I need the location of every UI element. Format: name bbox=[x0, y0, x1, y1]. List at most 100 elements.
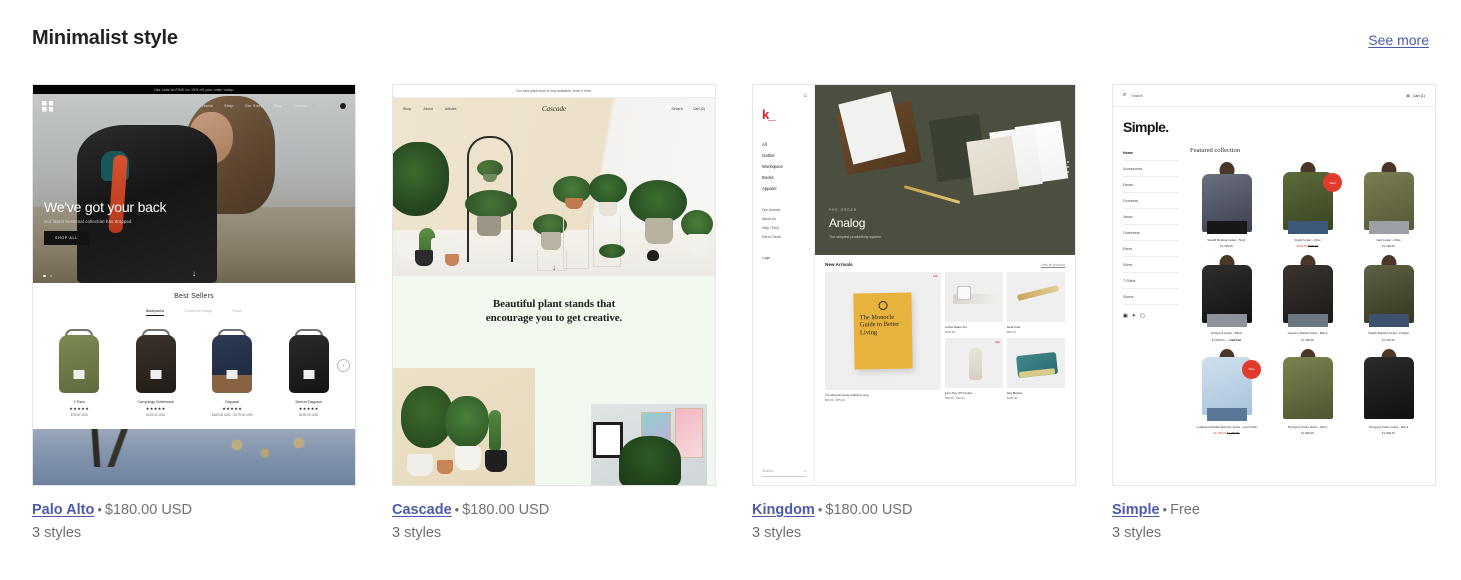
sale-badge: Sale bbox=[932, 275, 938, 278]
nav-item-gather[interactable]: Gather bbox=[762, 153, 806, 158]
product-item[interactable]: Daypack ★★★★★ $169.00 USD - $179.00 USD bbox=[201, 329, 263, 417]
theme-card-palo-alto[interactable]: Use code ALPINE for 15% off your order t… bbox=[32, 84, 356, 544]
product-item[interactable]: Stealth Bomber Jacket - Fatigue $1,599.9… bbox=[1352, 255, 1425, 342]
nav-item-help[interactable]: Help / FAQ bbox=[762, 226, 806, 230]
tab-travel[interactable]: Travel bbox=[232, 309, 242, 316]
product-item[interactable]: Sale Kinto Day Off Tumbler $28.00 - $32.… bbox=[945, 338, 1003, 400]
nav-item[interactable]: Contact bbox=[293, 104, 308, 108]
sidebar-item-pants[interactable]: Pants bbox=[1123, 241, 1179, 257]
sidebar-item-shirts[interactable]: Shirts bbox=[1123, 257, 1179, 273]
product-item[interactable]: Stealth Bomber Jacket - Navy $1,599.95 bbox=[1190, 162, 1263, 248]
product-item[interactable]: Navigator Parka Jacket - Olive $1,999.95 bbox=[1271, 348, 1344, 435]
product-price: $1,299.95 bbox=[1382, 244, 1395, 249]
search-icon[interactable]: ⌕ bbox=[1123, 92, 1126, 99]
tab-backpacks[interactable]: Backpacks bbox=[145, 309, 165, 316]
nav-item[interactable]: Shop bbox=[403, 107, 411, 111]
product-item[interactable]: Navigator Parka Jacket - Black $1,999.95 bbox=[1352, 348, 1425, 435]
brand-logo-icon[interactable] bbox=[42, 100, 53, 112]
rating-stars: ★★★★★ bbox=[145, 406, 166, 411]
shopping-bag-icon[interactable]: ⌂ bbox=[803, 93, 807, 99]
nav-item-all[interactable]: All bbox=[762, 142, 806, 147]
store-sidebar: ⌂ k_ All Gather Workspace Books Apparel … bbox=[753, 85, 815, 485]
nav-item-contact[interactable]: Get in Touch bbox=[762, 235, 806, 239]
instagram-icon[interactable]: ▢ bbox=[1140, 313, 1145, 319]
nav-item[interactable]: Articles bbox=[445, 107, 457, 111]
twitter-icon[interactable]: ✦ bbox=[1132, 313, 1136, 319]
theme-preview-cascade[interactable]: Our new plant book is now available, ord… bbox=[392, 84, 716, 486]
sidebar-item-footwear[interactable]: Footwear bbox=[1123, 193, 1179, 209]
search-icon[interactable]: ⌕ bbox=[804, 469, 806, 473]
nav-item-books[interactable]: Books bbox=[762, 175, 806, 180]
product-item[interactable]: Coffee Maker Set $120.00 bbox=[945, 272, 1003, 334]
theme-name-link[interactable]: Simple bbox=[1112, 502, 1160, 518]
product-name: Y-Pack bbox=[73, 400, 85, 404]
hero-banner: Shop About Articles Cascade Search Cart … bbox=[393, 98, 715, 276]
login-link[interactable]: Login bbox=[762, 256, 806, 260]
facebook-icon[interactable]: ▣ bbox=[1123, 313, 1128, 319]
theme-preview-simple[interactable]: ⌕ Search ▤ Cart (1) Simple. Home Accesso… bbox=[1112, 84, 1436, 486]
search-placeholder[interactable]: Search bbox=[1131, 94, 1142, 98]
product-item[interactable]: Carryology Klettersack ★★★★★ $249.00 USD bbox=[125, 329, 187, 417]
product-image: Sale bbox=[945, 338, 1003, 388]
sidebar-item-jeans[interactable]: Jeans bbox=[1123, 209, 1179, 225]
see-more-link[interactable]: See more bbox=[1368, 30, 1429, 50]
nav-item[interactable]: Shop bbox=[224, 104, 234, 108]
theme-name-link[interactable]: Cascade bbox=[392, 502, 452, 518]
sidebar-item-tshirts[interactable]: T-Shirts bbox=[1123, 273, 1179, 289]
theme-name-link[interactable]: Kingdom bbox=[752, 502, 815, 518]
nav-item[interactable]: Home bbox=[202, 104, 213, 108]
product-item[interactable]: Sale Storm Jacket - Olive $849.95 $999.9… bbox=[1271, 162, 1344, 248]
theme-card-cascade[interactable]: Our new plant book is now available, ord… bbox=[392, 84, 716, 544]
brand-logo[interactable]: k_ bbox=[762, 108, 806, 121]
theme-card-kingdom[interactable]: ⌂ k_ All Gather Workspace Books Apparel … bbox=[752, 84, 1076, 544]
sidebar-item-outerwear[interactable]: Outerwear bbox=[1123, 225, 1179, 241]
product-item[interactable]: Y-Pack ★★★★★ $79.00 USD bbox=[48, 329, 110, 417]
search-icon[interactable]: ⌕ bbox=[319, 104, 321, 108]
product-name: Compound Denim Pullover Jacket - Acid Wa… bbox=[1196, 424, 1257, 429]
arrivals-link[interactable]: View all products bbox=[1041, 263, 1065, 267]
gallery-pot-clay bbox=[437, 460, 453, 474]
nav-item-workspace[interactable]: Workspace bbox=[762, 164, 806, 169]
carousel-dots[interactable] bbox=[43, 274, 52, 277]
nav-item-about[interactable]: About Us bbox=[762, 217, 806, 221]
sidebar-item-home[interactable]: Home bbox=[1123, 145, 1179, 161]
sidebar-item-shorts[interactable]: Shorts bbox=[1123, 289, 1179, 305]
hero-subheading: The simplest productivity system bbox=[829, 235, 881, 239]
cart-link[interactable]: ▤ Cart (1) bbox=[1406, 94, 1425, 98]
sidebar-item-accessories[interactable]: Accessories bbox=[1123, 161, 1179, 177]
sidebar-item-denim[interactable]: Denim bbox=[1123, 177, 1179, 193]
cart-link[interactable]: Cart (0) bbox=[693, 107, 705, 111]
search-link[interactable]: Search bbox=[671, 107, 682, 111]
tab-commuter-bags[interactable]: Commuter Bags bbox=[184, 309, 211, 316]
product-item[interactable]: Sale Compound Denim Pullover Jacket - Ac… bbox=[1190, 348, 1263, 435]
product-item[interactable]: Gulf Jacket - Olive $1,299.95 bbox=[1352, 162, 1425, 248]
product-item[interactable]: Sale The Monocle Guide to Better Living … bbox=[825, 272, 941, 402]
product-item[interactable]: Operator Denim Jacket - Black $1,399.95 bbox=[1271, 255, 1344, 342]
hero-copy: We've got your back Our latest seasonal … bbox=[44, 199, 167, 245]
card-stack bbox=[965, 120, 1071, 196]
carousel-next-icon[interactable]: › bbox=[337, 359, 350, 372]
nav-item[interactable]: About bbox=[423, 107, 432, 111]
product-image bbox=[1352, 348, 1425, 421]
product-price: $85.00 bbox=[1007, 330, 1016, 334]
theme-card-simple[interactable]: ⌕ Search ▤ Cart (1) Simple. Home Accesso… bbox=[1112, 84, 1436, 544]
product-item[interactable]: Wolfpack Jacket - Black $1,599.95 — Sold… bbox=[1190, 255, 1263, 342]
brand-logo[interactable]: Cascade bbox=[542, 105, 566, 113]
nav-item[interactable]: Blog bbox=[274, 104, 282, 108]
cart-icon[interactable] bbox=[340, 103, 346, 109]
nav-item-apparel[interactable]: Apparel bbox=[762, 186, 806, 191]
shop-all-button[interactable]: SHOP ALL bbox=[44, 231, 89, 245]
nav-item-journal[interactable]: Our Journal bbox=[762, 208, 806, 212]
theme-preview-palo-alto[interactable]: Use code ALPINE for 15% off your order t… bbox=[32, 84, 356, 486]
product-item[interactable]: Day Blanket $150.00 bbox=[1007, 338, 1065, 400]
product-item[interactable]: Desk Knife $85.00 bbox=[1007, 272, 1065, 334]
search-field[interactable]: Search... ⌕ bbox=[762, 469, 806, 477]
nav-item[interactable]: Our Story bbox=[245, 104, 263, 108]
theme-name-link[interactable]: Palo Alto bbox=[32, 502, 94, 518]
product-item[interactable]: Denver Daypack ★★★★★ $199.00 USD bbox=[278, 329, 340, 417]
product-price: $199.00 USD bbox=[299, 413, 319, 417]
brand-logo[interactable]: Simple. bbox=[1113, 107, 1435, 145]
product-price: $169.00 USD - $179.00 USD bbox=[211, 413, 253, 417]
theme-preview-kingdom[interactable]: ⌂ k_ All Gather Workspace Books Apparel … bbox=[752, 84, 1076, 486]
carousel-dots[interactable] bbox=[1067, 161, 1069, 173]
